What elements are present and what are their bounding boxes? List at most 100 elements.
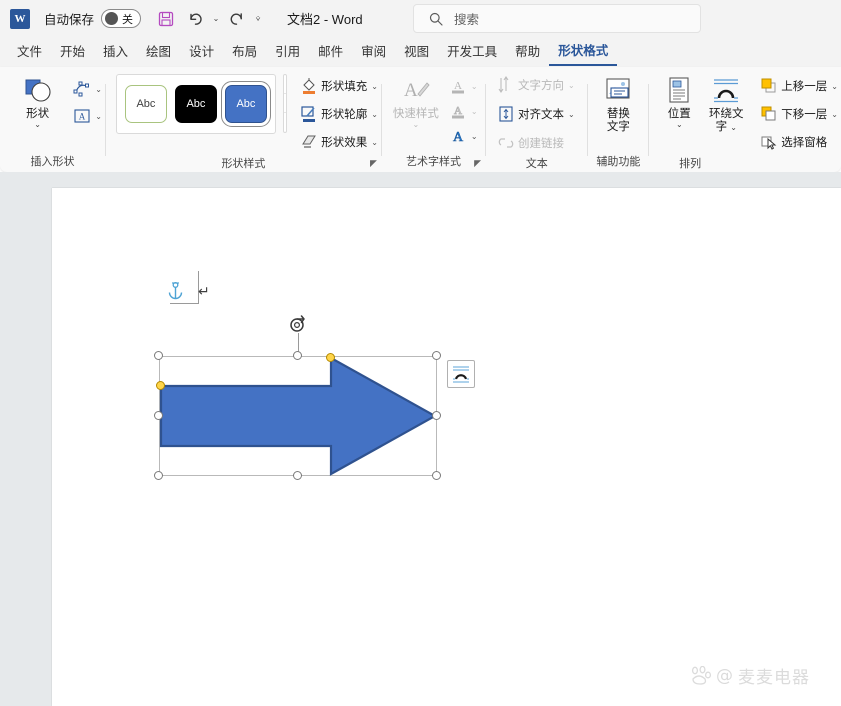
text-direction-button[interactable]: 文字方向 ⌄ (494, 74, 578, 96)
chevron-down-icon[interactable]: ⌄ (471, 132, 478, 141)
tab-help[interactable]: 帮助 (506, 40, 549, 65)
handle-middle-right[interactable] (432, 411, 441, 420)
tab-developer[interactable]: 开发工具 (438, 40, 506, 65)
handle-bottom-right[interactable] (432, 471, 441, 480)
tab-review[interactable]: 审阅 (352, 40, 395, 65)
tab-file[interactable]: 文件 (8, 40, 51, 65)
text-outline-button[interactable]: A ⌄ (446, 100, 481, 122)
shape-style-option[interactable]: Abc (174, 85, 217, 123)
document-canvas: ↵ @ 麦麦电器 (0, 172, 841, 706)
tab-mailings[interactable]: 邮件 (309, 40, 352, 65)
layout-options-button[interactable] (447, 360, 475, 388)
gallery-scroll-down-icon[interactable]: ⌄ (284, 94, 287, 113)
shape-style-option-selected[interactable]: Abc (220, 81, 271, 127)
tab-draw[interactable]: 绘图 (137, 40, 180, 65)
chevron-down-icon[interactable]: ⌄ (471, 82, 478, 91)
wrap-text-label-line1: 环绕文 (709, 108, 744, 120)
chevron-down-icon[interactable]: ⌄ (371, 138, 378, 147)
chevron-down-icon[interactable]: ⌄ (568, 110, 575, 119)
tab-references[interactable]: 引用 (266, 40, 309, 65)
shape-fill-button[interactable]: 形状填充 ⌄ (297, 75, 381, 97)
qat-customize-icon[interactable]: ⩒ (253, 14, 263, 24)
ribbon-group-text: 文字方向 ⌄ 对齐文本 ⌄ 创建链接 文本 (486, 67, 587, 172)
shape-styles-dialog-launcher[interactable]: ◤ (370, 158, 377, 169)
document-title: 文档2 - Word (287, 12, 363, 27)
adjust-handle-arrow-width[interactable] (156, 381, 165, 390)
watermark-at-symbol: @ (716, 665, 734, 686)
handle-top-right[interactable] (432, 351, 441, 360)
chevron-down-icon[interactable]: ⌄ (371, 82, 378, 91)
ribbon-group-accessibility: 替换 文字 辅助功能 (588, 67, 648, 172)
shapes-button[interactable]: 形状 ⌄ (9, 74, 66, 129)
right-arrow-shape[interactable] (159, 356, 437, 476)
autosave-toggle[interactable]: 关 (101, 9, 142, 28)
save-icon[interactable] (153, 6, 179, 32)
chevron-down-icon[interactable]: ⌄ (568, 81, 575, 90)
wordart-dialog-launcher[interactable]: ◤ (474, 158, 481, 169)
redo-icon[interactable] (224, 6, 250, 32)
svg-text:A: A (404, 80, 418, 101)
gallery-more-icon[interactable]: ⩒ (284, 113, 286, 132)
tab-insert[interactable]: 插入 (94, 40, 137, 65)
selection-pane-button[interactable]: 选择窗格 (757, 131, 841, 153)
search-icon (428, 11, 444, 27)
align-text-icon (499, 106, 513, 122)
tab-home[interactable]: 开始 (51, 40, 94, 65)
text-box-button[interactable]: A ⌄ (70, 105, 105, 127)
handle-middle-left[interactable] (154, 411, 163, 420)
group-label-arrange: 排列 (679, 157, 702, 170)
undo-chevron-down-icon[interactable]: ⌄ (211, 14, 221, 23)
chevron-down-icon[interactable]: ⌄ (371, 110, 378, 119)
chevron-down-icon[interactable]: ⌄ (730, 123, 737, 132)
watermark-text: 麦麦电器 (738, 668, 810, 688)
shape-styles-gallery[interactable]: Abc Abc Abc (115, 74, 276, 134)
chevron-down-icon[interactable]: ⌄ (831, 82, 838, 91)
shape-effects-button[interactable]: 形状效果 ⌄ (297, 131, 381, 153)
ribbon-group-shape-styles: Abc Abc Abc ⌃ ⌄ ⩒ 形 (106, 67, 381, 172)
handle-bottom-left[interactable] (154, 471, 163, 480)
document-page[interactable]: ↵ (52, 188, 841, 706)
tab-shape-format[interactable]: 形状格式 (549, 39, 618, 66)
alt-text-button[interactable]: 替换 文字 (589, 74, 647, 134)
handle-bottom-center[interactable] (293, 471, 302, 480)
text-direction-label: 文字方向 (518, 80, 565, 92)
shape-selection-container[interactable] (154, 315, 441, 480)
wordart-quick-styles-icon: A (404, 80, 430, 101)
wrap-text-button[interactable]: 环绕文 字 ⌄ (703, 74, 749, 134)
tab-design[interactable]: 设计 (180, 40, 223, 65)
shape-fill-label: 形状填充 (321, 81, 368, 93)
group-label-shape-styles: 形状样式 ◤ (106, 153, 381, 172)
undo-icon[interactable] (182, 6, 208, 32)
baidu-paw-icon (691, 665, 712, 685)
chevron-down-icon[interactable]: ⌄ (676, 121, 683, 129)
text-fill-button[interactable]: A ⌄ (446, 75, 481, 97)
chevron-down-icon[interactable]: ⌄ (831, 110, 838, 119)
position-button[interactable]: 位置 ⌄ (657, 74, 701, 129)
shape-outline-button[interactable]: 形状轮廓 ⌄ (297, 103, 381, 125)
send-backward-button[interactable]: 下移一层 ⌄ (757, 103, 841, 125)
tab-layout[interactable]: 布局 (223, 40, 266, 65)
align-text-button[interactable]: 对齐文本 ⌄ (494, 103, 578, 125)
bring-forward-button[interactable]: 上移一层 ⌄ (757, 75, 841, 97)
chevron-down-icon[interactable]: ⌄ (413, 121, 420, 129)
rotate-handle-icon[interactable] (288, 315, 308, 340)
svg-text:A: A (454, 80, 462, 92)
ribbon: 形状 ⌄ ⌄ A ⌄ 插入形状 Abc Abc Abc 形状填充 ⌄ 形状轮廓 … (0, 67, 841, 172)
search-box[interactable]: 搜索 (413, 4, 701, 33)
edit-shape-button[interactable]: ⌄ (70, 78, 105, 100)
chevron-down-icon[interactable]: ⌄ (95, 112, 102, 121)
handle-top-left[interactable] (154, 351, 163, 360)
shape-style-option[interactable]: Abc (124, 85, 167, 123)
chevron-down-icon[interactable]: ⌄ (34, 121, 41, 129)
create-link-button[interactable]: 创建链接 (494, 132, 578, 154)
text-effects-icon: A (453, 130, 465, 145)
chevron-down-icon[interactable]: ⌄ (471, 107, 478, 116)
adjust-handle-arrow-head[interactable] (326, 353, 335, 362)
text-effects-button[interactable]: A ⌄ (446, 125, 481, 147)
chevron-down-icon[interactable]: ⌄ (95, 85, 102, 94)
tab-view[interactable]: 视图 (395, 40, 438, 65)
gallery-scroll-up-icon[interactable]: ⌃ (284, 75, 287, 94)
wordart-quick-styles-button[interactable]: A 快速样式 ⌄ (390, 74, 442, 129)
align-text-label: 对齐文本 (518, 109, 565, 121)
handle-top-center[interactable] (293, 351, 302, 360)
